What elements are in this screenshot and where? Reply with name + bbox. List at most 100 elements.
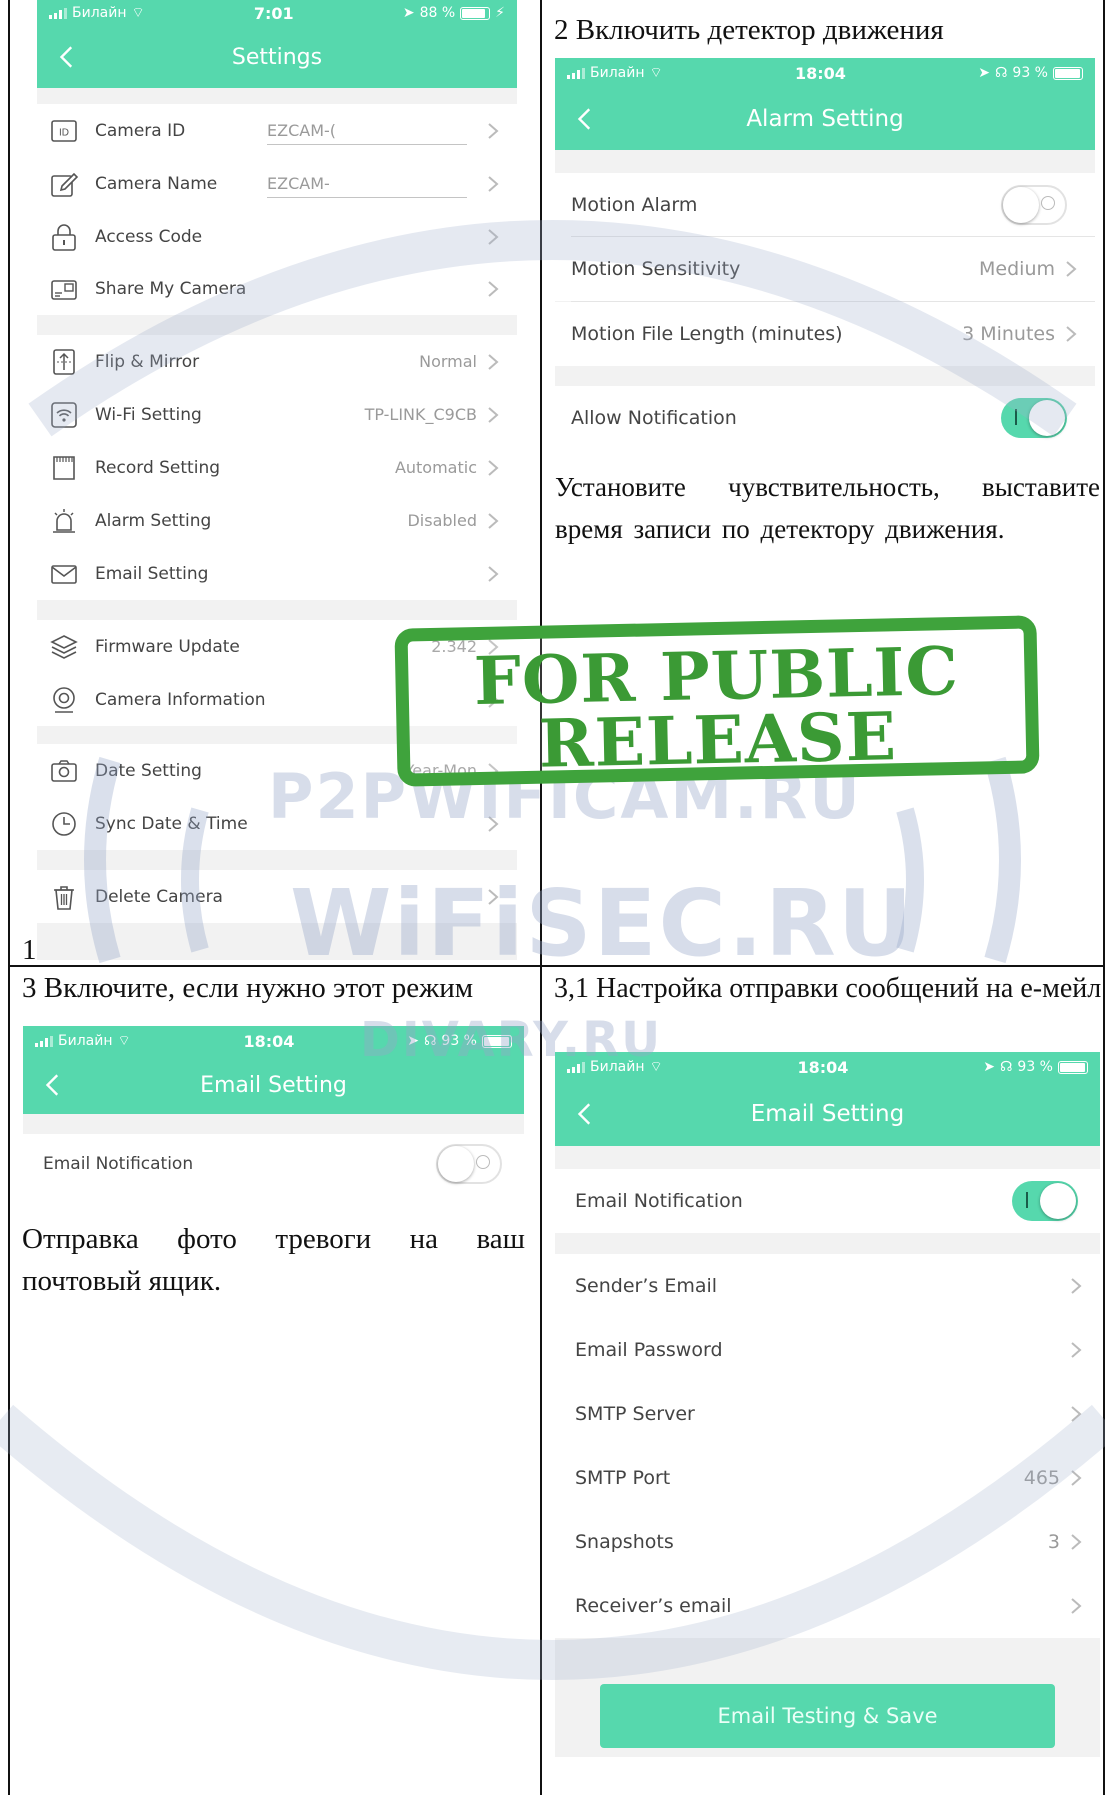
motion-file-length-label: Motion File Length (minutes) bbox=[571, 323, 843, 345]
settings-item-value: Automatic bbox=[394, 458, 477, 477]
carrier: Билайн bbox=[590, 1059, 645, 1075]
headphones-icon: ☊ bbox=[999, 1059, 1013, 1075]
page-title: Email Setting bbox=[750, 1101, 905, 1127]
settings-item-record-setting[interactable]: Record Setting Automatic bbox=[37, 441, 517, 494]
settings-item-camera-information[interactable]: Camera Information bbox=[37, 673, 517, 726]
headphones-icon: ☊ bbox=[994, 65, 1008, 81]
settings-item-sync-date-time[interactable]: Sync Date & Time bbox=[37, 797, 517, 850]
settings-header: Билайн ⌔ 7:01 ➤ 88 % ⚡ Settings bbox=[37, 0, 517, 88]
chevron-right-icon bbox=[1071, 1278, 1082, 1294]
status-bar: Билайн ⌔ 18:04 ➤ ☊ 93 % bbox=[555, 58, 1095, 88]
flip-icon bbox=[49, 347, 79, 377]
camera-info-icon bbox=[49, 685, 79, 715]
back-chevron-icon[interactable] bbox=[573, 1101, 599, 1127]
caption-1: 1 bbox=[22, 934, 37, 966]
settings-item-share-my-camera[interactable]: Share My Camera bbox=[37, 262, 517, 315]
battery-percent: 93 % bbox=[1017, 1059, 1053, 1075]
smtp-port-row[interactable]: SMTP Port 465 bbox=[555, 1446, 1100, 1510]
senders-email-row[interactable]: Sender’s Email bbox=[555, 1254, 1100, 1318]
lock-icon bbox=[49, 222, 79, 252]
back-chevron-icon[interactable] bbox=[573, 106, 599, 132]
row-value: 3 bbox=[1047, 1531, 1060, 1553]
settings-item-date-setting[interactable]: Date Setting Year-Mon bbox=[37, 744, 517, 797]
wifi-status-icon: ⌔ bbox=[649, 1059, 663, 1075]
battery-percent: 93 % bbox=[1012, 65, 1048, 81]
caption-2: 2 Включить детектор движения bbox=[554, 14, 944, 46]
chevron-right-icon bbox=[1071, 1470, 1082, 1486]
motion-sensitivity-label: Motion Sensitivity bbox=[571, 258, 741, 280]
chevron-right-icon bbox=[488, 280, 499, 297]
row-label: Receiver’s email bbox=[575, 1595, 732, 1617]
battery-icon bbox=[482, 1034, 512, 1048]
row-label: SMTP Port bbox=[575, 1467, 671, 1489]
carrier: Билайн bbox=[58, 1033, 113, 1049]
settings-item-flip-mirror[interactable]: Flip & Mirror Normal bbox=[37, 335, 517, 388]
settings-item-value: Normal bbox=[419, 352, 477, 371]
settings-item-label: Sync Date & Time bbox=[95, 813, 248, 834]
charging-icon: ⚡ bbox=[495, 5, 505, 21]
caption-3: 3 Включите, если нужно этот режим bbox=[22, 972, 474, 1004]
status-bar: Билайн ⌔ 18:04 ➤ ☊ 93 % bbox=[555, 1052, 1100, 1082]
settings-item-wi-fi-setting[interactable]: Wi-Fi Setting TP-LINK_C9CB bbox=[37, 388, 517, 441]
back-chevron-icon[interactable] bbox=[41, 1072, 67, 1098]
chevron-right-icon bbox=[488, 638, 499, 655]
smtp-server-row[interactable]: SMTP Server bbox=[555, 1382, 1100, 1446]
edit-icon bbox=[49, 169, 79, 199]
settings-item-label: Access Code bbox=[95, 226, 203, 247]
chevron-right-icon bbox=[488, 228, 499, 245]
signal-icon bbox=[49, 7, 67, 19]
email-notification-toggle[interactable] bbox=[1012, 1181, 1078, 1221]
email-testing-save-button[interactable]: Email Testing & Save bbox=[600, 1684, 1055, 1748]
wifi-status-icon: ⌔ bbox=[131, 5, 145, 21]
email-notification-row: Email Notification bbox=[23, 1134, 524, 1194]
settings-item-label: Share My Camera bbox=[95, 278, 247, 299]
status-time: 18:04 bbox=[794, 63, 846, 83]
back-chevron-icon[interactable] bbox=[55, 44, 81, 70]
carrier: Билайн bbox=[590, 65, 645, 81]
settings-item-label: Flip & Mirror bbox=[95, 351, 200, 372]
email-header: Билайн ⌔ 18:04 ➤ ☊ 93 % Email Setting bbox=[555, 1052, 1100, 1146]
page-title: Email Setting bbox=[200, 1072, 347, 1098]
settings-item-delete-camera[interactable]: Delete Camera bbox=[37, 870, 517, 923]
alarm-icon bbox=[49, 506, 79, 536]
alarm-header: Билайн ⌔ 18:04 ➤ ☊ 93 % Alarm Setting bbox=[555, 58, 1095, 150]
signal-icon bbox=[35, 1035, 53, 1047]
settings-item-firmware-update[interactable]: Firmware Update 2.342 bbox=[37, 620, 517, 673]
chevron-right-icon bbox=[488, 888, 499, 905]
status-bar: Билайн ⌔ 7:01 ➤ 88 % ⚡ bbox=[37, 0, 517, 26]
clock-icon bbox=[49, 809, 79, 839]
allow-notification-toggle[interactable] bbox=[1001, 398, 1067, 438]
row-label: SMTP Server bbox=[575, 1403, 695, 1425]
chevron-right-icon bbox=[1071, 1406, 1082, 1422]
email-header: Билайн ⌔ 18:04 ➤ ☊ 93 % Email Setting bbox=[23, 1026, 524, 1114]
headphones-icon: ☊ bbox=[423, 1033, 437, 1049]
layers-icon bbox=[49, 632, 79, 662]
settings-item-access-code[interactable]: Access Code bbox=[37, 210, 517, 263]
settings-item-alarm-setting[interactable]: Alarm Setting Disabled bbox=[37, 494, 517, 547]
motion-sensitivity-row[interactable]: Motion Sensitivity Medium bbox=[555, 237, 1095, 301]
settings-item-camera-id[interactable]: ID Camera ID EZCAM-( bbox=[37, 104, 517, 157]
battery-icon bbox=[1053, 66, 1083, 80]
location-icon: ➤ bbox=[983, 1059, 995, 1075]
settings-item-email-setting[interactable]: Email Setting bbox=[37, 547, 517, 600]
receivers-email-row[interactable]: Receiver’s email bbox=[555, 1574, 1100, 1638]
email-notification-row: Email Notification bbox=[555, 1169, 1100, 1233]
share-camera-icon bbox=[49, 274, 79, 304]
status-time: 18:04 bbox=[797, 1057, 849, 1077]
settings-item-camera-name[interactable]: Camera Name EZCAM- bbox=[37, 157, 517, 210]
chevron-right-icon bbox=[488, 815, 499, 832]
email-hint-text: Отправка фото тревоги на ваш почтовый ящ… bbox=[22, 1223, 525, 1297]
page-title: Settings bbox=[231, 44, 323, 70]
snapshots-row[interactable]: Snapshots 3 bbox=[555, 1510, 1100, 1574]
email-notification-toggle[interactable] bbox=[436, 1144, 502, 1184]
motion-file-length-row[interactable]: Motion File Length (minutes) 3 Minutes bbox=[555, 302, 1095, 366]
chevron-right-icon bbox=[488, 353, 499, 370]
input-underline bbox=[267, 144, 467, 145]
alarm-screen: Билайн ⌔ 18:04 ➤ ☊ 93 % Alarm Setting Motio… bbox=[555, 58, 1095, 450]
chevron-right-icon bbox=[488, 512, 499, 529]
chevron-right-icon bbox=[1066, 261, 1077, 277]
settings-item-value: EZCAM-( bbox=[267, 121, 337, 140]
email-password-row[interactable]: Email Password bbox=[555, 1318, 1100, 1382]
motion-alarm-toggle[interactable] bbox=[1001, 185, 1067, 225]
status-bar: Билайн ⌔ 18:04 ➤ ☊ 93 % bbox=[23, 1026, 524, 1056]
